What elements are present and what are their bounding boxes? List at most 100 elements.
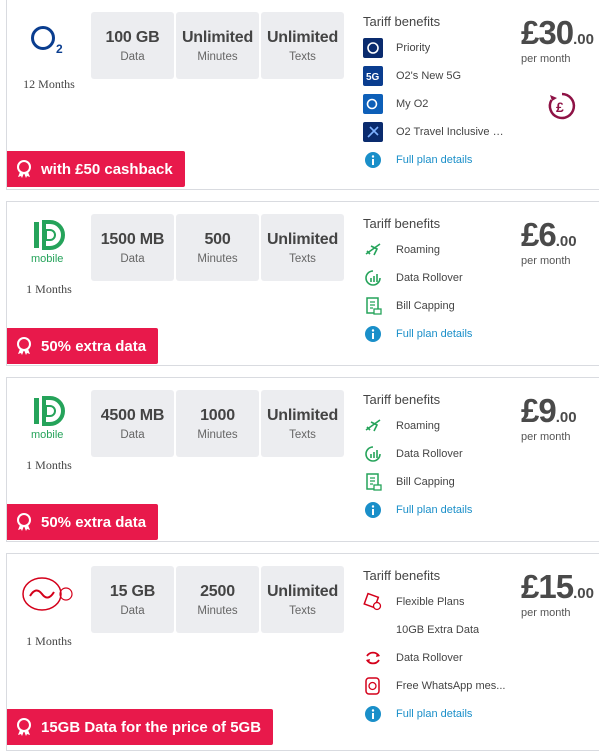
award-icon <box>15 513 33 531</box>
benefit-item: Data Rollover <box>363 644 513 672</box>
info-icon <box>363 704 383 724</box>
price-period: per month <box>521 255 571 267</box>
plan-details-text: Full plan details <box>396 154 473 166</box>
virgin-media-logo <box>7 554 91 634</box>
contract-term: 1 Months <box>26 634 72 648</box>
promo-badge: 15GB Data for the price of 5GB <box>7 709 274 745</box>
plan-details-text: Full plan details <box>396 504 473 516</box>
texts-value: Unlimited <box>266 406 339 424</box>
blank-icon <box>363 620 383 640</box>
deal-card[interactable]: mobile 1 Months 1500 MB Data 500 Minutes… <box>6 201 599 366</box>
price-pence: .00 <box>555 409 577 426</box>
benefit-text: Bill Capping <box>396 300 455 312</box>
benefit-text: Roaming <box>396 420 441 432</box>
data-rollover-icon <box>363 648 383 668</box>
benefits-title: Tariff benefits <box>363 568 441 583</box>
texts-value: Unlimited <box>266 28 339 46</box>
cashback-icon: £ <box>547 91 577 121</box>
promo-text: 50% extra data <box>41 337 147 355</box>
plan-details-text: Full plan details <box>396 328 473 340</box>
benefit-item: 5G O2's New 5G <box>363 62 513 90</box>
texts-stat: Unlimited Texts <box>261 566 344 633</box>
benefit-text: Flexible Plans <box>396 596 465 608</box>
benefit-text: O2's New 5G <box>396 70 462 82</box>
price-period: per month <box>521 431 571 443</box>
benefits-title: Tariff benefits <box>363 14 441 29</box>
minutes-stat: Unlimited Minutes <box>176 12 259 79</box>
award-icon <box>15 160 33 178</box>
benefit-text: 10GB Extra Data <box>396 624 480 636</box>
minutes-stat: 2500 Minutes <box>176 566 259 633</box>
info-icon <box>363 150 383 170</box>
benefit-text: My O2 <box>396 98 429 110</box>
monthly-price: £9.00 per month <box>521 394 577 443</box>
monthly-price: £6.00 per month <box>521 218 577 267</box>
plan-details-text: Full plan details <box>396 708 473 720</box>
minutes-value: 1000 <box>200 406 235 424</box>
texts-stat: Unlimited Texts <box>261 214 344 281</box>
deal-card[interactable]: mobile 1 Months 4500 MB Data 1000 Minute… <box>6 377 599 542</box>
benefit-item: Data Rollover <box>363 264 513 292</box>
price-pence: .00 <box>555 233 577 250</box>
minutes-label: Minutes <box>197 428 238 441</box>
data-stat: 1500 MB Data <box>91 214 174 281</box>
data-rollover-icon <box>363 444 383 464</box>
contract-term: 1 Months <box>26 458 72 472</box>
benefits-title: Tariff benefits <box>363 216 441 231</box>
benefit-text: Bill Capping <box>396 476 455 488</box>
texts-label: Texts <box>289 50 316 63</box>
benefit-text: Data Rollover <box>396 448 463 460</box>
data-label: Data <box>120 428 145 441</box>
minutes-stat: 1000 Minutes <box>176 390 259 457</box>
tariff-benefits: Tariff benefits Roaming Data Rollover Bi… <box>363 216 513 348</box>
plan-stats: 15 GB Data 2500 Minutes Unlimited Texts <box>91 566 344 633</box>
data-stat: 100 GB Data <box>91 12 174 79</box>
price-pence: .00 <box>573 585 594 602</box>
id-mobile-logo: mobile <box>7 202 91 282</box>
o2-priority-icon <box>363 38 383 58</box>
full-plan-details-link[interactable]: Full plan details <box>363 146 513 174</box>
benefit-item: 10GB Extra Data <box>363 616 513 644</box>
texts-value: Unlimited <box>266 230 339 248</box>
full-plan-details-link[interactable]: Full plan details <box>363 700 513 728</box>
texts-value: Unlimited <box>266 582 339 600</box>
benefit-item: Roaming <box>363 412 513 440</box>
benefit-item: O2 Travel Inclusive Z... <box>363 118 513 146</box>
benefit-item: Flexible Plans <box>363 588 513 616</box>
full-plan-details-link[interactable]: Full plan details <box>363 496 513 524</box>
benefit-text: Data Rollover <box>396 652 463 664</box>
promo-text: 15GB Data for the price of 5GB <box>41 718 262 736</box>
plane-icon <box>363 240 383 260</box>
price-pounds: £30 <box>521 14 574 51</box>
price-pence: .00 <box>573 31 594 48</box>
price-period: per month <box>521 607 571 619</box>
svg-text:2: 2 <box>56 42 63 56</box>
minutes-value: 2500 <box>200 582 235 600</box>
plan-stats: 4500 MB Data 1000 Minutes Unlimited Text… <box>91 390 344 457</box>
data-label: Data <box>120 252 145 265</box>
benefit-text: Data Rollover <box>396 272 463 284</box>
flexible-plans-icon <box>363 592 383 612</box>
contract-term: 12 Months <box>23 77 75 91</box>
o2-logo: 2 <box>7 0 91 80</box>
benefit-item: Bill Capping <box>363 468 513 496</box>
travel-icon <box>363 122 383 142</box>
monthly-price: £15.00 per month <box>521 570 594 619</box>
full-plan-details-link[interactable]: Full plan details <box>363 320 513 348</box>
benefit-item: Data Rollover <box>363 440 513 468</box>
deal-card[interactable]: 2 12 Months 100 GB Data Unlimited Minute… <box>6 0 599 190</box>
benefit-item: Free WhatsApp mes... <box>363 672 513 700</box>
tariff-benefits: Tariff benefits Flexible Plans 10GB Extr… <box>363 568 513 728</box>
benefits-title: Tariff benefits <box>363 392 441 407</box>
minutes-label: Minutes <box>197 50 238 63</box>
id-mobile-logo: mobile <box>7 378 91 458</box>
info-icon <box>363 324 383 344</box>
plan-stats: 1500 MB Data 500 Minutes Unlimited Texts <box>91 214 344 281</box>
data-value: 1500 MB <box>100 230 165 248</box>
svg-text:mobile: mobile <box>31 253 63 265</box>
data-stat: 15 GB Data <box>91 566 174 633</box>
price-pounds: £9 <box>521 392 557 429</box>
deal-card[interactable]: 1 Months 15 GB Data 2500 Minutes Unlimit… <box>6 553 599 751</box>
promo-badge: with £50 cashback <box>7 151 185 187</box>
data-rollover-icon <box>363 268 383 288</box>
